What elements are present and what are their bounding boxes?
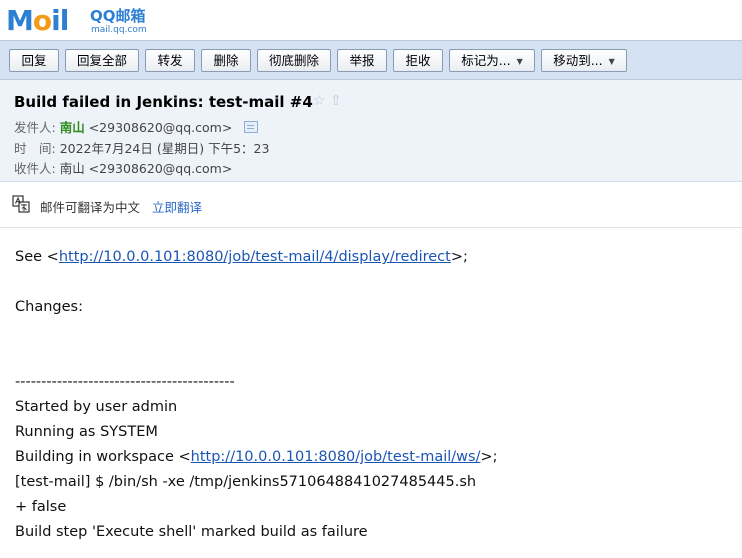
- workspace-link[interactable]: http://10.0.0.101:8080/job/test-mail/ws/: [191, 449, 481, 465]
- display-redirect-link[interactable]: http://10.0.0.101:8080/job/test-mail/4/d…: [59, 249, 451, 265]
- time-value: 2022年7月24日 (星期日) 下午5：23: [59, 141, 270, 156]
- translate-text: 邮件可翻译为中文: [40, 200, 141, 215]
- logo-domain-text: mail.qq.com: [91, 25, 147, 35]
- recipient: 南山 <29308620@qq.com>: [59, 161, 233, 176]
- reject-button[interactable]: 拒收: [393, 49, 443, 72]
- to-label: 收件人:: [14, 161, 56, 176]
- logo-qq-text: QQ邮箱: [90, 7, 146, 25]
- see-line: See <http://10.0.0.101:8080/job/test-mai…: [15, 249, 468, 265]
- time-label: 时 间:: [14, 141, 56, 156]
- started-line: Started by user admin: [15, 399, 178, 415]
- contact-card-icon[interactable]: [244, 121, 259, 133]
- from-label: 发件人:: [14, 120, 56, 135]
- delete-button[interactable]: 删除: [201, 49, 251, 72]
- translate-bar: 邮件可翻译为中文 立即翻译: [0, 182, 742, 228]
- mail-toolbar: 回复 回复全部 转发 删除 彻底删除 举报 拒收 标记为... ▼ 移动到... ▼: [0, 40, 742, 80]
- running-line: Running as SYSTEM: [15, 424, 158, 440]
- permanent-delete-button[interactable]: 彻底删除: [257, 49, 331, 72]
- chevron-down-icon: ▼: [516, 57, 523, 66]
- reply-button[interactable]: 回复: [9, 49, 59, 72]
- workspace-line: Building in workspace <http://10.0.0.101…: [15, 449, 498, 465]
- build-step-line: Build step 'Execute shell' marked build …: [15, 524, 368, 540]
- report-button[interactable]: 举报: [337, 49, 387, 72]
- shell-command-line: [test-mail] $ /bin/sh -xe /tmp/jenkins57…: [15, 474, 477, 490]
- time-row: 时 间: 2022年7月24日 (星期日) 下午5：23: [14, 141, 269, 157]
- sender-name[interactable]: 南山: [60, 120, 85, 135]
- sender-email: <29308620@qq.com>: [88, 120, 233, 135]
- false-line: + false: [15, 499, 67, 515]
- star-icon[interactable]: ☆ ⇧: [313, 93, 342, 109]
- mail-header: Build failed in Jenkins: test-mail #4 ☆ …: [0, 80, 742, 182]
- divider-line: ----------------------------------------…: [15, 374, 235, 390]
- chevron-down-icon: ▼: [608, 57, 615, 66]
- translate-now-link[interactable]: 立即翻译: [152, 197, 202, 216]
- mark-as-dropdown[interactable]: 标记为... ▼: [449, 49, 535, 72]
- mail-subject: Build failed in Jenkins: test-mail #4: [14, 93, 313, 111]
- to-row: 收件人: 南山 <29308620@qq.com>: [14, 161, 232, 177]
- reply-all-button[interactable]: 回复全部: [65, 49, 139, 72]
- translate-icon: [12, 195, 30, 213]
- logo-mail-text: Moil: [6, 4, 69, 37]
- from-row: 发件人: 南山 <29308620@qq.com>: [14, 120, 259, 136]
- move-to-dropdown[interactable]: 移动到... ▼: [541, 49, 627, 72]
- changes-label: Changes:: [15, 299, 83, 315]
- forward-button[interactable]: 转发: [145, 49, 195, 72]
